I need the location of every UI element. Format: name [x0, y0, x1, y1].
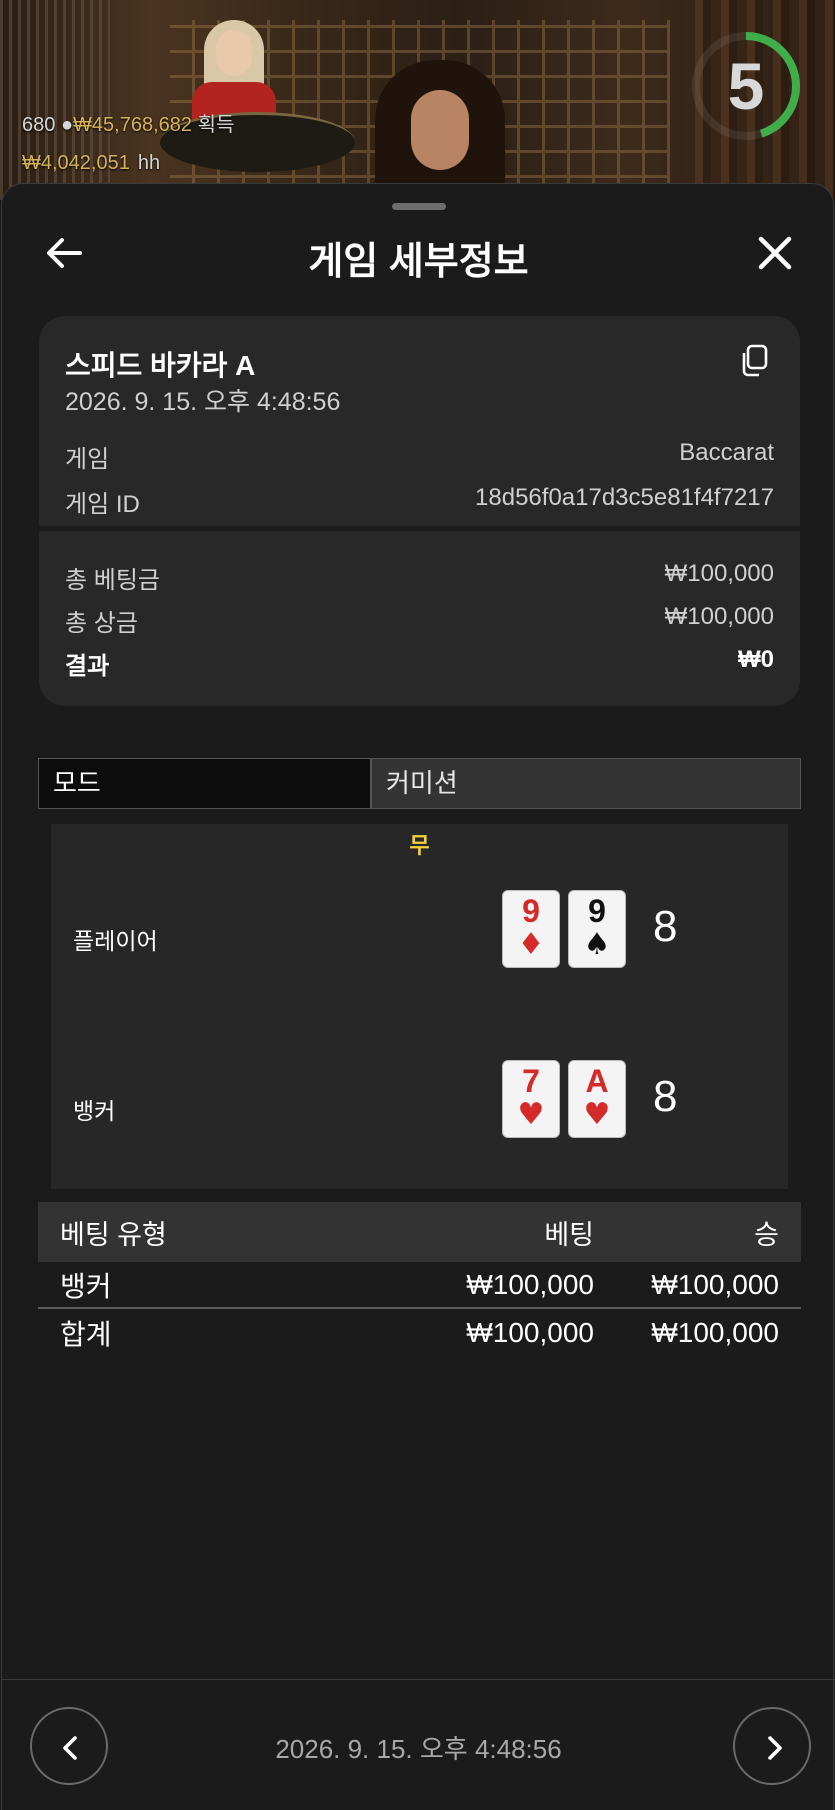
banker-card-1: 7 ♥ [502, 1060, 560, 1138]
tab-commission[interactable]: 커미션 [372, 759, 800, 808]
close-icon [758, 236, 792, 270]
banker-score: 8 [653, 1072, 678, 1121]
game-label: 게임 [65, 446, 110, 473]
game-summary-card: 스피드 바카라 A 2026. 9. 15. 오후 4:48:56 게임 Bac… [39, 316, 800, 706]
header-bet-type: 베팅 유형 [60, 1219, 167, 1250]
live-stats: 680 ●₩45,768,682 획득 [22, 108, 234, 137]
balance-suffix: hh [137, 152, 161, 174]
heart-icon: ♥ [517, 1097, 545, 1132]
page-title: 게임 세부정보 [308, 241, 529, 283]
total-win: ₩100,000 [651, 1316, 779, 1348]
user-icon: ● [60, 114, 74, 136]
header-win: 승 [754, 1219, 779, 1250]
card-rank: 9 [522, 893, 540, 929]
dealer-foreground [375, 60, 505, 200]
game-value: Baccarat [679, 439, 774, 466]
card-rank: 7 [522, 1063, 540, 1099]
bet-type: 뱅커 [60, 1270, 112, 1302]
table-header: 베팅 유형 베팅 승 [38, 1202, 801, 1262]
outcome-label: 무 [409, 833, 430, 858]
total-bet-label: 총 베팅금 [65, 567, 160, 594]
copy-button[interactable] [739, 344, 769, 378]
result-label: 결과 [65, 653, 110, 680]
player-card-1: 9 ♦ [502, 890, 560, 968]
banker-card-2: A ♥ [568, 1060, 626, 1138]
total-bet-value: ₩100,000 [664, 560, 774, 587]
table-row: 뱅커 ₩100,000 ₩100,000 [38, 1262, 801, 1309]
game-datetime: 2026. 9. 15. 오후 4:48:56 [65, 388, 341, 416]
total-bet: ₩100,000 [466, 1316, 594, 1348]
sheet-drag-handle[interactable] [392, 203, 446, 210]
footer-divider [2, 1679, 835, 1680]
result-board: 무 플레이어 9 ♦ 9 ♠ 8 뱅커 7 ♥ A ♥ 8 [51, 824, 788, 1189]
player-count: 680 [22, 114, 56, 136]
diamond-icon: ♦ [517, 927, 545, 962]
game-details-sheet: 게임 세부정보 스피드 바카라 A 2026. 9. 15. 오후 4:48:5… [1, 183, 835, 1810]
card-rank: A [585, 1063, 609, 1099]
round-datetime: 2026. 9. 15. 오후 4:48:56 [275, 1734, 562, 1764]
timer-count: 5 [727, 49, 765, 123]
game-id-value: 18d56f0a17d3c5e81f4f7217 [475, 484, 774, 511]
heart-icon: ♥ [583, 1097, 611, 1132]
total-prize-value: ₩100,000 [664, 603, 774, 630]
bet-table: 베팅 유형 베팅 승 뱅커 ₩100,000 ₩100,000 합계 ₩100,… [38, 1202, 801, 1356]
result-value: ₩0 [738, 646, 774, 673]
total-label: 합계 [60, 1318, 112, 1350]
next-round-button[interactable] [733, 1707, 811, 1785]
player-label: 플레이어 [73, 928, 158, 954]
card-divider [39, 526, 800, 531]
header-bet: 베팅 [544, 1219, 594, 1250]
game-id-label: 게임 ID [65, 491, 140, 518]
player-card-2: 9 ♠ [568, 890, 626, 968]
tab-mode[interactable]: 모드 [39, 759, 372, 808]
win-label: 획득 [197, 114, 235, 136]
chevron-right-icon [768, 1736, 782, 1760]
game-id-row: 게임 ID 18d56f0a17d3c5e81f4f7217 [65, 484, 774, 519]
spade-icon: ♠ [583, 927, 611, 962]
win-amount: ₩45,768,682 [73, 114, 193, 136]
close-button[interactable] [750, 228, 800, 278]
balance-value: ₩4,042,051 [22, 152, 130, 174]
result-row: 결과 ₩0 [65, 646, 774, 681]
mode-tabs: 모드 커미션 [38, 758, 801, 809]
game-type-row: 게임 Baccarat [65, 439, 774, 474]
table-total-row: 합계 ₩100,000 ₩100,000 [38, 1309, 801, 1356]
banker-label: 뱅커 [73, 1098, 116, 1124]
live-video-background: 680 ●₩45,768,682 획득 ₩4,042,051 hh 5 [0, 0, 835, 200]
copy-icon [742, 344, 768, 377]
round-timer: 5 [690, 30, 802, 142]
total-bet-row: 총 베팅금 ₩100,000 [65, 560, 774, 595]
win-amount: ₩100,000 [651, 1268, 779, 1300]
player-score: 8 [653, 902, 678, 951]
balance-line: ₩4,042,051 hh [22, 152, 160, 175]
card-rank: 9 [588, 893, 606, 929]
game-name: 스피드 바카라 A [65, 350, 256, 381]
total-prize-label: 총 상금 [65, 610, 138, 637]
bet-amount: ₩100,000 [466, 1268, 594, 1300]
total-prize-row: 총 상금 ₩100,000 [65, 603, 774, 638]
